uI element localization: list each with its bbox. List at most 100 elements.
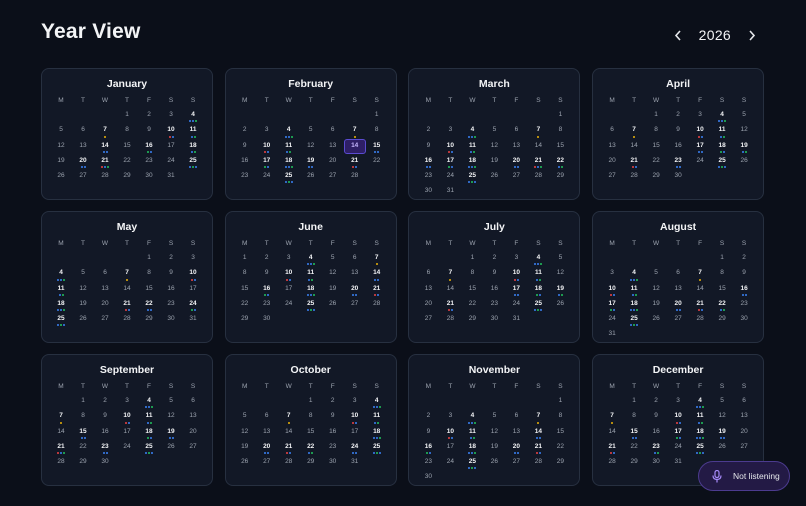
day-cell[interactable]: 21 [527,440,549,455]
day-cell[interactable]: 5 [711,394,733,409]
day-cell[interactable]: 7 [94,123,116,138]
day-cell[interactable]: 23 [417,169,439,184]
day-cell[interactable]: 22 [461,297,483,312]
day-cell[interactable]: 18 [300,282,322,297]
day-cell[interactable]: 7 [601,409,623,424]
day-cell[interactable]: 24 [505,297,527,312]
day-cell[interactable]: 27 [505,169,527,184]
day-cell[interactable]: 13 [505,139,527,154]
day-cell[interactable]: 25 [300,297,322,312]
day-cell[interactable]: 19 [300,154,322,169]
day-cell[interactable]: 27 [182,440,204,455]
day-cell[interactable]: 6 [667,266,689,281]
day-cell[interactable]: 16 [667,139,689,154]
day-cell[interactable]: 25 [711,154,733,169]
day-cell[interactable]: 1 [300,394,322,409]
day-cell[interactable]: 18 [138,425,160,440]
day-cell[interactable]: 24 [116,440,138,455]
day-cell[interactable]: 21 [116,297,138,312]
day-cell[interactable]: 22 [549,440,571,455]
day-cell[interactable]: 24 [160,154,182,169]
day-cell[interactable]: 17 [505,282,527,297]
day-cell[interactable]: 26 [300,169,322,184]
day-cell[interactable]: 8 [623,409,645,424]
month-name[interactable]: January [42,78,212,90]
day-cell[interactable]: 28 [527,169,549,184]
day-cell[interactable]: 21 [366,282,388,297]
day-cell[interactable]: 29 [645,169,667,184]
day-cell[interactable]: 10 [601,282,623,297]
day-cell[interactable]: 14 [439,282,461,297]
day-cell[interactable]: 7 [366,251,388,266]
day-cell[interactable]: 10 [182,266,204,281]
day-cell[interactable]: 7 [689,266,711,281]
day-cell[interactable]: 13 [256,425,278,440]
day-cell[interactable]: 10 [160,123,182,138]
day-cell[interactable]: 15 [461,282,483,297]
month-name[interactable]: July [409,221,579,233]
day-cell[interactable]: 17 [439,440,461,455]
day-cell[interactable]: 12 [300,139,322,154]
day-cell[interactable]: 15 [623,425,645,440]
day-cell[interactable]: 11 [461,139,483,154]
day-cell[interactable]: 12 [483,425,505,440]
day-cell[interactable]: 23 [138,154,160,169]
day-cell[interactable]: 17 [439,154,461,169]
day-cell[interactable]: 30 [483,312,505,327]
day-cell[interactable]: 18 [461,440,483,455]
day-cell[interactable]: 18 [689,425,711,440]
day-cell[interactable]: 30 [138,169,160,184]
day-cell[interactable]: 25 [278,169,300,184]
day-cell[interactable]: 12 [483,139,505,154]
day-cell[interactable]: 5 [50,123,72,138]
day-cell[interactable]: 12 [733,123,755,138]
day-cell[interactable]: 13 [733,409,755,424]
day-cell[interactable]: 26 [483,169,505,184]
day-cell[interactable]: 11 [527,266,549,281]
day-cell[interactable]: 20 [601,154,623,169]
day-cell[interactable]: 4 [623,266,645,281]
day-cell[interactable]: 5 [322,251,344,266]
day-cell[interactable]: 5 [549,251,571,266]
day-cell[interactable]: 22 [549,154,571,169]
day-cell[interactable]: 26 [733,154,755,169]
day-cell[interactable]: 30 [94,455,116,470]
day-cell[interactable]: 13 [601,139,623,154]
day-cell[interactable]: 7 [344,123,366,138]
day-cell[interactable]: 29 [116,169,138,184]
day-cell[interactable]: 22 [711,297,733,312]
day-cell[interactable]: 1 [549,108,571,123]
day-cell[interactable]: 17 [667,425,689,440]
day-cell[interactable]: 10 [689,123,711,138]
day-cell[interactable]: 28 [278,455,300,470]
day-cell[interactable]: 18 [278,154,300,169]
day-cell[interactable]: 12 [234,425,256,440]
day-cell[interactable]: 30 [417,470,439,485]
day-cell[interactable]: 22 [72,440,94,455]
day-cell[interactable]: 17 [344,425,366,440]
day-cell[interactable]: 20 [256,440,278,455]
day-cell[interactable]: 20 [733,425,755,440]
day-cell[interactable]: 20 [505,154,527,169]
day-cell[interactable]: 6 [72,123,94,138]
day-cell[interactable]: 16 [160,282,182,297]
day-cell[interactable]: 24 [344,440,366,455]
day-cell[interactable]: 29 [711,312,733,327]
day-cell[interactable]: 16 [94,425,116,440]
day-cell[interactable]: 26 [234,455,256,470]
day-cell[interactable]: 27 [322,169,344,184]
day-cell[interactable]: 4 [50,266,72,281]
day-cell[interactable]: 30 [322,455,344,470]
day-cell[interactable]: 16 [417,440,439,455]
day-cell[interactable]: 13 [322,139,344,154]
day-cell[interactable]: 9 [138,123,160,138]
day-cell[interactable]: 30 [667,169,689,184]
day-cell[interactable]: 19 [549,282,571,297]
day-cell[interactable]: 13 [94,282,116,297]
day-cell[interactable]: 11 [711,123,733,138]
day-cell[interactable]: 26 [549,297,571,312]
day-cell[interactable]: 1 [234,251,256,266]
day-cell[interactable]: 25 [50,312,72,327]
day-cell[interactable]: 11 [278,139,300,154]
day-cell[interactable]: 5 [72,266,94,281]
